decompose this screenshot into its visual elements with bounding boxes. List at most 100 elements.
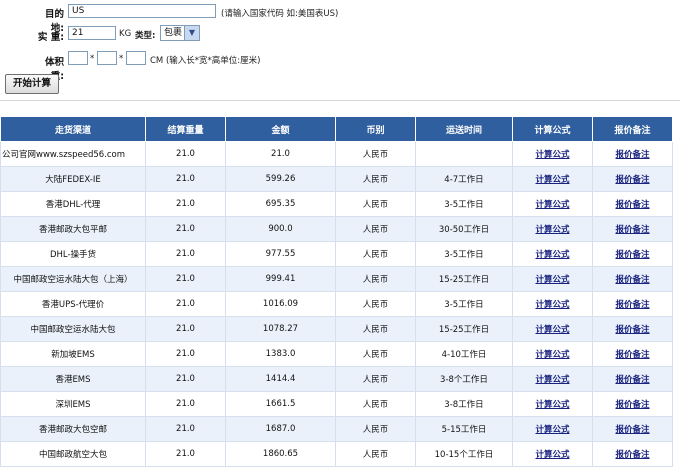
cell-currency: 人民币 [335, 191, 416, 217]
table-row: 中国邮政空运水陆大包（上海） 21.0 999.41 人民币 15-25工作日 计算公式 报… [0, 266, 673, 292]
formula-link[interactable]: 计算公式 [535, 300, 569, 310]
cell-currency: 人民币 [335, 291, 416, 317]
formula-link[interactable]: 计算公式 [535, 275, 569, 285]
formula-link[interactable]: 计算公式 [535, 425, 569, 435]
formula-link[interactable]: 计算公式 [535, 450, 569, 460]
cell-currency: 人民币 [335, 416, 416, 442]
cell-formula-link: 计算公式 [512, 216, 593, 242]
remark-link[interactable]: 报价备注 [615, 175, 649, 185]
cell-amount: 1078.27 [225, 316, 336, 342]
cell-weight: 21.0 [145, 291, 226, 317]
formula-link[interactable]: 计算公式 [535, 225, 569, 235]
cell-delivery-time: 10-15个工作日 [415, 441, 513, 467]
weight-unit: KG [119, 29, 132, 39]
cell-channel: 新加坡EMS [0, 341, 146, 367]
cell-delivery-time: 3-5工作日 [415, 291, 513, 317]
cell-formula-link: 计算公式 [512, 341, 593, 367]
cell-amount: 1687.0 [225, 416, 336, 442]
cell-weight: 21.0 [145, 391, 226, 417]
cell-weight: 21.0 [145, 366, 226, 392]
table-row: 大陆FEDEX-IE 21.0 599.26 人民币 4-7工作日 计算公式 报价备注 [0, 166, 673, 192]
remark-link[interactable]: 报价备注 [615, 425, 649, 435]
remark-link[interactable]: 报价备注 [615, 275, 649, 285]
cell-currency: 人民币 [335, 141, 416, 167]
cell-amount: 999.41 [225, 266, 336, 292]
cell-formula-link: 计算公式 [512, 391, 593, 417]
formula-link[interactable]: 计算公式 [535, 200, 569, 210]
formula-link[interactable]: 计算公式 [535, 325, 569, 335]
remark-link[interactable]: 报价备注 [615, 450, 649, 460]
table-row: 香港邮政大包空邮 21.0 1687.0 人民币 5-15工作日 计算公式 报价备注 [0, 416, 673, 442]
cell-formula-link: 计算公式 [512, 366, 593, 392]
cell-formula-link: 计算公式 [512, 266, 593, 292]
cell-currency: 人民币 [335, 266, 416, 292]
remark-link[interactable]: 报价备注 [615, 150, 649, 160]
cell-currency: 人民币 [335, 316, 416, 342]
remark-link[interactable]: 报价备注 [615, 350, 649, 360]
cell-remark-link: 报价备注 [592, 266, 673, 292]
results-table: 走货渠道 结算重量 金额 币别 运送时间 计算公式 报价备注 公司官网www.s… [0, 116, 673, 467]
remark-link[interactable]: 报价备注 [615, 200, 649, 210]
cell-weight: 21.0 [145, 341, 226, 367]
remark-link[interactable]: 报价备注 [615, 375, 649, 385]
cell-delivery-time: 15-25工作日 [415, 266, 513, 292]
cell-formula-link: 计算公式 [512, 191, 593, 217]
table-header-row: 走货渠道 结算重量 金额 币别 运送时间 计算公式 报价备注 [0, 116, 673, 142]
cell-weight: 21.0 [145, 241, 226, 267]
cell-delivery-time: 5-15工作日 [415, 416, 513, 442]
cell-formula-link: 计算公式 [512, 416, 593, 442]
formula-link[interactable]: 计算公式 [535, 375, 569, 385]
cell-amount: 1414.4 [225, 366, 336, 392]
formula-link[interactable]: 计算公式 [535, 175, 569, 185]
cell-amount: 1860.65 [225, 441, 336, 467]
header-channel: 走货渠道 [0, 116, 146, 142]
cell-formula-link: 计算公式 [512, 141, 593, 167]
formula-link[interactable]: 计算公式 [535, 350, 569, 360]
formula-link[interactable]: 计算公式 [535, 250, 569, 260]
cell-formula-link: 计算公式 [512, 441, 593, 467]
table-row: 香港EMS 21.0 1414.4 人民币 3-8个工作日 计算公式 报价备注 [0, 366, 673, 392]
remark-link[interactable]: 报价备注 [615, 250, 649, 260]
cell-remark-link: 报价备注 [592, 216, 673, 242]
cell-amount: 21.0 [225, 141, 336, 167]
cell-remark-link: 报价备注 [592, 441, 673, 467]
formula-link[interactable]: 计算公式 [535, 150, 569, 160]
cell-currency: 人民币 [335, 366, 416, 392]
cell-delivery-time: 3-8个工作日 [415, 366, 513, 392]
table-row: 中国邮政空运水陆大包 21.0 1078.27 人民币 15-25工作日 计算公式 报价备注 [0, 316, 673, 342]
length-input[interactable] [68, 51, 88, 65]
cell-channel: DHL-操手货 [0, 241, 146, 267]
cell-delivery-time: 3-5工作日 [415, 241, 513, 267]
cell-weight: 21.0 [145, 216, 226, 242]
header-delivery-time: 运送时间 [415, 116, 513, 142]
calculate-button[interactable]: 开始计算 [5, 74, 59, 94]
cell-delivery-time: 15-25工作日 [415, 316, 513, 342]
type-select[interactable]: 包裹 ▼ [160, 25, 200, 41]
remark-link[interactable]: 报价备注 [615, 225, 649, 235]
header-remark: 报价备注 [592, 116, 673, 142]
destination-input[interactable]: US [68, 4, 216, 18]
cell-remark-link: 报价备注 [592, 316, 673, 342]
width-input[interactable] [97, 51, 117, 65]
cell-remark-link: 报价备注 [592, 416, 673, 442]
cell-channel: 大陆FEDEX-IE [0, 166, 146, 192]
header-amount: 金额 [225, 116, 336, 142]
cell-delivery-time: 3-8工作日 [415, 391, 513, 417]
remark-link[interactable]: 报价备注 [615, 325, 649, 335]
formula-link[interactable]: 计算公式 [535, 400, 569, 410]
cell-remark-link: 报价备注 [592, 291, 673, 317]
weight-input[interactable]: 21 [68, 26, 116, 40]
chevron-down-icon[interactable]: ▼ [184, 26, 199, 40]
cell-formula-link: 计算公式 [512, 166, 593, 192]
table-row: 香港邮政大包平邮 21.0 900.0 人民币 30-50工作日 计算公式 报价备注 [0, 216, 673, 242]
table-row: 公司官网www.szspeed56.com 21.0 21.0 人民币 计算公式 报价备注 [0, 141, 673, 167]
cell-channel: 香港邮政大包平邮 [0, 216, 146, 242]
cell-weight: 21.0 [145, 266, 226, 292]
height-input[interactable] [126, 51, 146, 65]
cell-formula-link: 计算公式 [512, 241, 593, 267]
cell-currency: 人民币 [335, 441, 416, 467]
remark-link[interactable]: 报价备注 [615, 300, 649, 310]
cell-channel: 香港UPS-代理价 [0, 291, 146, 317]
cell-weight: 21.0 [145, 441, 226, 467]
remark-link[interactable]: 报价备注 [615, 400, 649, 410]
